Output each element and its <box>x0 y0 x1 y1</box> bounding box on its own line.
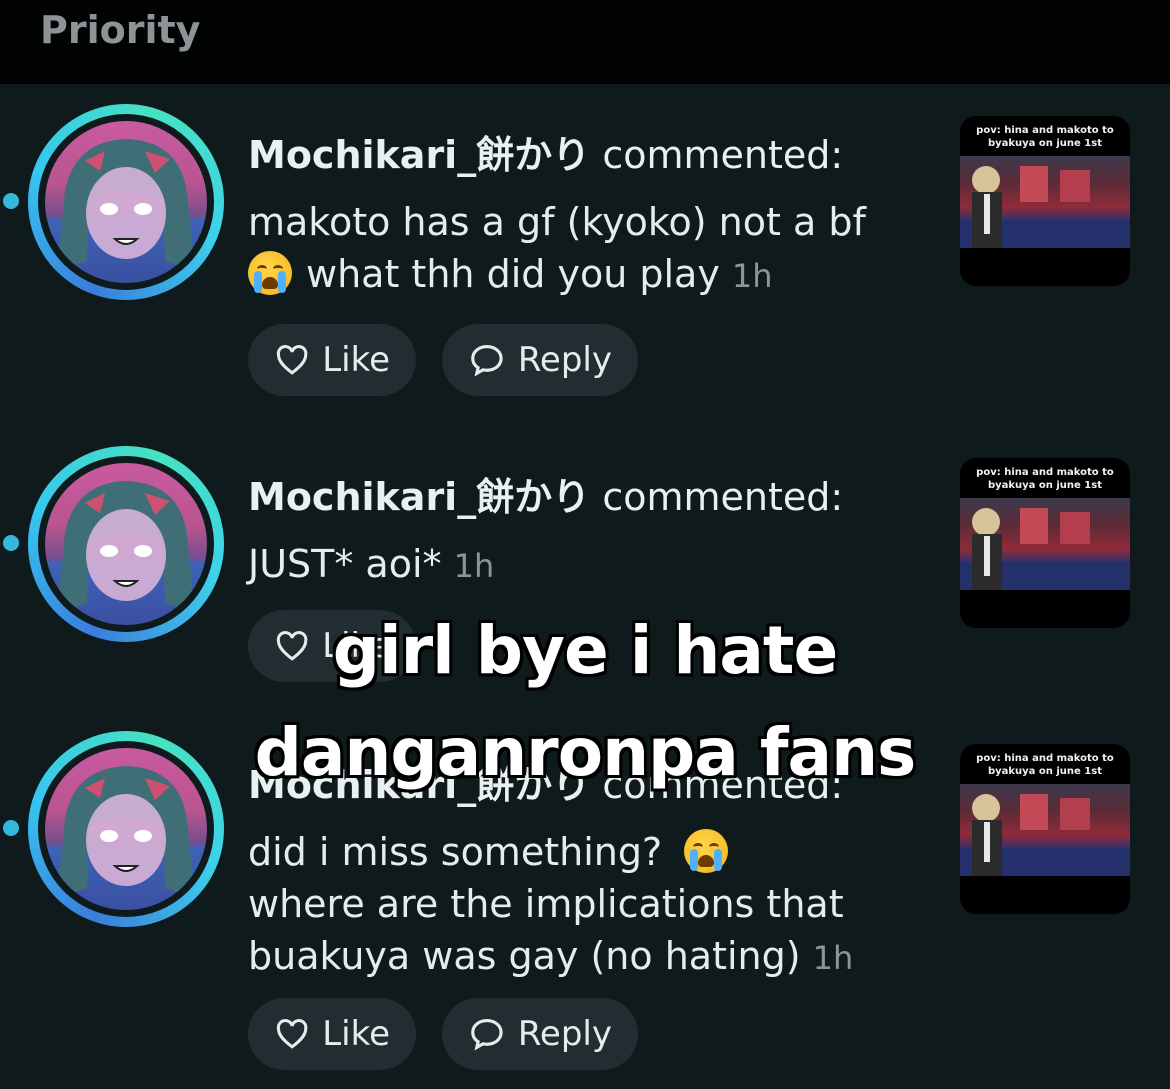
unread-dot <box>3 535 19 551</box>
like-label: Like <box>322 1014 390 1054</box>
avatar[interactable] <box>28 104 224 300</box>
comment-text: where are the implications that <box>248 882 844 926</box>
heart-icon <box>276 345 308 375</box>
thumbnail-image <box>960 498 1130 590</box>
reply-label: Reply <box>517 340 612 380</box>
speech-bubble-icon <box>471 1019 503 1051</box>
speech-bubble-icon <box>471 345 503 377</box>
username[interactable]: Mochikari_餅かり <box>248 133 590 177</box>
comment-text: makoto has a gf (kyoko) not a bf <box>248 200 866 244</box>
top-bar: Priority <box>0 0 1170 84</box>
timestamp: 1h <box>812 939 854 977</box>
like-label: Like <box>322 340 390 380</box>
timestamp: 1h <box>731 257 773 295</box>
section-title: Priority <box>40 8 201 52</box>
video-thumbnail[interactable]: pov: hina and makoto to byakuya on june … <box>960 458 1130 628</box>
username[interactable]: Mochikari_餅かり <box>248 475 590 519</box>
thumbnail-caption: pov: hina and makoto to byakuya on june … <box>976 125 1114 149</box>
unread-dot <box>3 820 19 836</box>
thumbnail-image <box>960 784 1130 876</box>
action-text: commented: <box>602 133 844 177</box>
overlay-caption-line1: girl bye i hate <box>332 612 838 689</box>
action-text: commented: <box>602 475 844 519</box>
loudly-crying-face-icon <box>684 829 729 873</box>
comment-text: buakuya was gay (no hating) <box>248 934 801 978</box>
reply-label: Reply <box>517 1014 612 1054</box>
comment-text: JUST* aoi* <box>248 542 442 586</box>
like-button[interactable]: Like <box>248 324 416 396</box>
comment-text: did i miss something? <box>248 830 663 874</box>
loudly-crying-face-icon <box>248 251 292 295</box>
thumbnail-caption: pov: hina and makoto to byakuya on june … <box>976 467 1114 491</box>
overlay-caption-line2: danganronpa fans <box>254 714 917 791</box>
video-thumbnail[interactable]: pov: hina and makoto to byakuya on june … <box>960 116 1130 286</box>
heart-icon <box>276 1019 308 1049</box>
thumbnail-image <box>960 156 1130 248</box>
reply-button[interactable]: Reply <box>442 998 638 1070</box>
comment-text: what thh did you play <box>306 252 720 296</box>
like-button[interactable]: Like <box>248 998 416 1070</box>
unread-dot <box>3 193 19 209</box>
timestamp: 1h <box>453 547 495 585</box>
reply-button[interactable]: Reply <box>442 324 638 396</box>
